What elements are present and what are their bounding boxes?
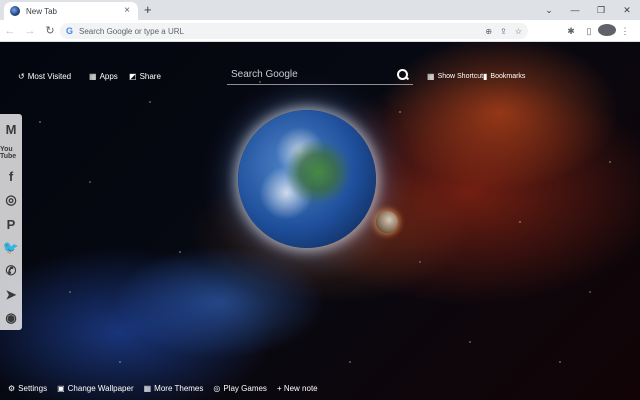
instagram-icon[interactable]: ◎ xyxy=(0,189,22,213)
image-icon: ▣ xyxy=(57,384,65,393)
window-controls: ⌄ — ❐ ✕ xyxy=(536,0,640,20)
twitter-icon[interactable]: 🐦 xyxy=(0,236,22,260)
share-icon: ◩ xyxy=(129,72,137,81)
bottom-bar: ⚙ Settings ▣ Change Wallpaper ▦ More The… xyxy=(8,384,328,393)
apps-label: Apps xyxy=(99,72,118,81)
telegram-icon[interactable]: ➤ xyxy=(0,283,22,307)
history-icon: ↺ xyxy=(18,72,25,81)
tab-strip: New Tab × + ⌄ — ❐ ✕ xyxy=(0,0,640,20)
minimize-icon[interactable]: — xyxy=(562,5,588,15)
gamepad-icon: ◎ xyxy=(213,384,221,393)
gear-icon: ⚙ xyxy=(8,384,16,393)
bookmarks-button[interactable]: ▮ Bookmarks xyxy=(483,72,525,81)
shortcuts-grid-icon: ▦ xyxy=(427,72,435,81)
most-visited-button[interactable]: ↺ Most Visited xyxy=(18,72,71,81)
close-window-icon[interactable]: ✕ xyxy=(614,5,640,16)
menu-kebab-icon[interactable]: ⋮ xyxy=(616,26,634,37)
search-box xyxy=(227,65,413,85)
gmail-icon[interactable]: M xyxy=(0,118,22,142)
earth-favicon-icon xyxy=(10,6,20,16)
close-tab-icon[interactable]: × xyxy=(122,6,132,16)
side-panel-icon[interactable]: ▯ xyxy=(580,26,598,37)
show-shortcuts-label: Show Shortcuts xyxy=(437,73,487,80)
back-icon[interactable]: ← xyxy=(0,25,20,37)
change-wallpaper-label: Change Wallpaper xyxy=(67,384,134,393)
profile-icon xyxy=(598,24,616,36)
settings-button[interactable]: ⚙ Settings xyxy=(8,384,47,393)
change-wallpaper-button[interactable]: ▣ Change Wallpaper xyxy=(57,384,134,393)
pinterest-icon[interactable]: P xyxy=(0,212,22,236)
new-note-button[interactable]: + New note xyxy=(277,384,318,393)
earth-image xyxy=(238,110,376,248)
tab-search-icon[interactable]: ⌄ xyxy=(536,5,562,16)
address-bar[interactable]: G Search Google or type a URL ⊕ ⇪ ☆ xyxy=(60,23,528,39)
more-themes-label: More Themes xyxy=(154,384,204,393)
bookmarks-label: Bookmarks xyxy=(490,73,526,80)
apps-button[interactable]: ▦ Apps xyxy=(89,72,118,81)
forward-icon[interactable]: → xyxy=(20,25,40,37)
tab-new-tab[interactable]: New Tab × xyxy=(4,2,138,20)
grid-icon: ▦ xyxy=(89,72,97,81)
search-input[interactable] xyxy=(227,69,397,80)
facebook-icon[interactable]: f xyxy=(0,165,22,189)
whatsapp-icon[interactable]: ✆ xyxy=(0,259,22,283)
zoom-icon[interactable]: ⊕ xyxy=(485,27,492,36)
reload-icon[interactable]: ↻ xyxy=(40,24,60,37)
address-bar-placeholder: Search Google or type a URL xyxy=(79,26,184,36)
profile-avatar-button[interactable] xyxy=(598,24,616,38)
toolbar-right: ✱ ▯ ⋮ xyxy=(562,20,634,42)
new-tab-button[interactable]: + xyxy=(144,3,152,17)
bookmark-icon: ▮ xyxy=(483,72,488,81)
most-visited-label: Most Visited xyxy=(27,72,72,81)
extensions-icon[interactable]: ✱ xyxy=(562,26,580,37)
play-games-label: Play Games xyxy=(223,384,267,393)
restore-icon[interactable]: ❐ xyxy=(588,5,614,16)
tab-title: New Tab xyxy=(26,6,57,16)
bookmark-star-icon[interactable]: ☆ xyxy=(515,27,522,36)
search-icon[interactable] xyxy=(397,68,409,81)
google-icon: G xyxy=(66,26,74,36)
reddit-icon[interactable]: ◉ xyxy=(0,307,22,331)
play-games-button[interactable]: ◎ Play Games xyxy=(213,384,267,393)
social-sidebar: M You Tube f ◎ P 🐦 ✆ ➤ ◉ xyxy=(0,114,22,330)
moon-image xyxy=(376,211,398,233)
share-button[interactable]: ◩ Share xyxy=(129,72,161,81)
youtube-icon[interactable]: You Tube xyxy=(0,142,22,166)
settings-label: Settings xyxy=(18,384,48,393)
new-note-label: + New note xyxy=(276,384,318,393)
show-shortcuts-button[interactable]: ▦ Show Shortcuts xyxy=(427,72,487,81)
share-label: Share xyxy=(139,72,161,81)
share-page-icon[interactable]: ⇪ xyxy=(500,27,507,36)
themes-grid-icon: ▦ xyxy=(143,384,152,393)
more-themes-button[interactable]: ▦ More Themes xyxy=(144,384,204,393)
